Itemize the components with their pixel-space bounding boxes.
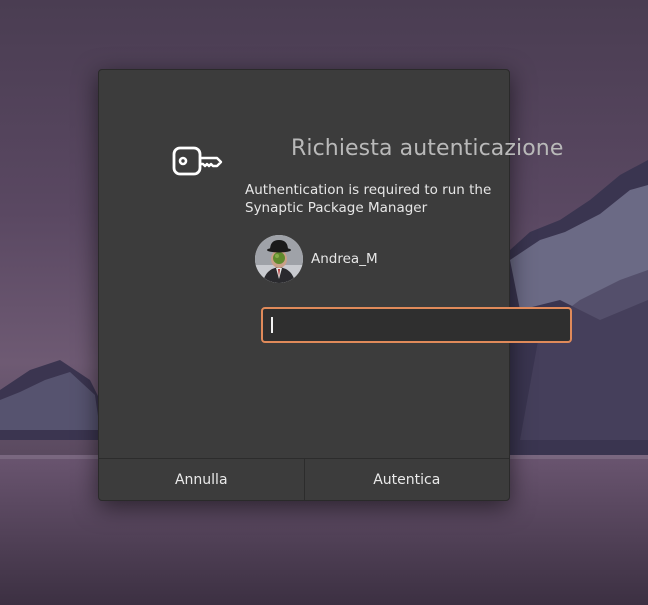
text-cursor	[271, 317, 273, 333]
authentication-dialog: Richiesta autenticazione Authentication …	[98, 69, 572, 501]
dialog-title: Richiesta autenticazione	[291, 136, 564, 161]
cancel-button[interactable]: Annulla	[99, 459, 305, 500]
password-input[interactable]	[261, 307, 572, 343]
authenticate-button[interactable]: Autentica	[304, 459, 509, 500]
username-label: Andrea_M	[311, 251, 378, 267]
user-selector: Andrea_M	[255, 235, 378, 283]
auth-message: Authentication is required to run the Sy…	[245, 182, 492, 216]
avatar-icon	[255, 235, 303, 283]
dialog-button-bar: Annulla Autentica	[99, 458, 509, 500]
key-icon	[172, 146, 223, 176]
